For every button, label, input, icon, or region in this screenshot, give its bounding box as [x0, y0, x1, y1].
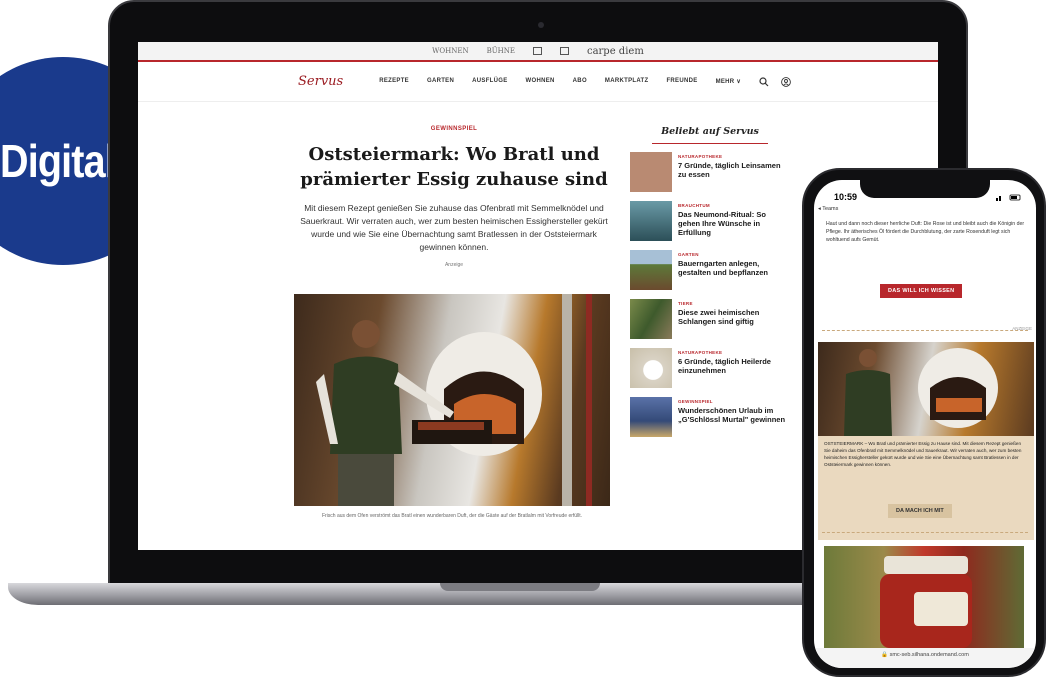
sidebar-item-category: NATURAPOTHEKE: [678, 154, 723, 159]
nav-item-wohnen[interactable]: WOHNEN: [526, 78, 555, 85]
article-hero-image: [294, 294, 610, 506]
sidebar-item-category: GARTEN: [678, 252, 699, 257]
phone-ad-label: ANZEIGE: [1012, 326, 1032, 331]
das-will-ich-wissen-button[interactable]: DAS WILL ICH WISSEN: [880, 284, 963, 298]
sidebar-item-title[interactable]: 7 Gründe, täglich Leinsamen zu essen: [678, 161, 790, 179]
sidebar-thumbnail[interactable]: [630, 201, 672, 241]
sidebar-thumbnail[interactable]: [630, 397, 672, 437]
sidebar-item[interactable]: NATURAPOTHEKE 7 Gründe, täglich Leinsamen…: [630, 152, 790, 201]
oven-scene: [316, 294, 592, 506]
sidebar-thumbnail[interactable]: [630, 152, 672, 192]
phone-body-text: Haut und dann noch dieser herrliche Duft…: [826, 221, 1025, 243]
brand-bar: WOHNEN BÜHNE carpe diem: [138, 42, 938, 62]
brand-link-wohnen[interactable]: WOHNEN: [432, 47, 468, 55]
sidebar-title: Beliebt auf Servus: [652, 126, 768, 144]
article-headline: Oststeiermark: Wo Bratl und prämierter E…: [300, 144, 608, 190]
ad-label: Anzeige: [444, 262, 464, 268]
status-icons: [996, 194, 1022, 203]
brand-link-carpe-diem[interactable]: carpe diem: [587, 46, 644, 57]
digital-badge-label: Digital: [0, 135, 116, 187]
nav-item-rezepte[interactable]: REZEPTE: [379, 78, 409, 85]
battery-icon: [996, 194, 1021, 201]
servus-logo[interactable]: Servus: [298, 74, 343, 89]
user-icon[interactable]: [781, 76, 791, 87]
brand-link-buehne[interactable]: BÜHNE: [487, 47, 515, 55]
status-time: 10:59: [834, 192, 858, 202]
sidebar-thumbnail[interactable]: [630, 348, 672, 388]
sidebar-thumbnail[interactable]: [630, 299, 672, 339]
jar-illustration: [880, 556, 972, 648]
nav-item-abo[interactable]: ABO: [573, 78, 587, 85]
hero-caption: Frisch aus dem Ofen verströmt das Bratl …: [321, 513, 583, 519]
phone-hero-image[interactable]: [818, 342, 1034, 436]
sidebar-item-category: NATURAPOTHEKE: [678, 350, 723, 355]
sidebar-thumbnail[interactable]: [630, 250, 672, 290]
address-bar-url[interactable]: 🔒 smc-seb.silhana.ondemand.com: [814, 652, 1036, 658]
da-mach-ich-mit-button[interactable]: DA MACH ICH MIT: [888, 504, 952, 518]
nav-item-garten[interactable]: GARTEN: [427, 78, 454, 85]
phone-screen: 10:59 ◂ Teams Haut und dann noch dieser …: [814, 180, 1036, 668]
sidebar-item-category: GEWINNSPIEL: [678, 399, 713, 404]
sidebar-item-title[interactable]: 6 Gründe, täglich Heilerde einzunehmen: [678, 357, 790, 375]
back-to-teams-link[interactable]: ◂ Teams: [818, 206, 838, 212]
article-kicker: GEWINNSPIEL: [430, 126, 478, 132]
divider: [822, 330, 1028, 331]
nav-item-ausfluege[interactable]: AUSFLÜGE: [472, 78, 507, 85]
search-icon[interactable]: [759, 76, 769, 87]
sidebar-item[interactable]: TIERE Diese zwei heimischen Schlangen sin…: [630, 299, 790, 348]
sidebar-item-title[interactable]: Bauerngarten anlegen, gestalten und bepf…: [678, 259, 790, 277]
teaser-box: OSTSTEIERMARK – Wo Bratl und prämierter …: [818, 436, 1034, 540]
sidebar-item-title[interactable]: Diese zwei heimischen Schlangen sind gif…: [678, 308, 790, 326]
laptop-notch: [440, 583, 600, 591]
sidebar-item-title[interactable]: Das Neumond-Ritual: So gehen Ihre Wünsch…: [678, 210, 790, 237]
sidebar-item[interactable]: GEWINNSPIEL Wunderschönen Urlaub im „G'Sc…: [630, 397, 790, 446]
sidebar-item-category: TIERE: [678, 301, 693, 306]
popular-sidebar: Beliebt auf Servus NATURAPOTHEKE 7 Gründe…: [630, 126, 790, 446]
article-lead: Mit diesem Rezept genießen Sie zuhause d…: [300, 203, 608, 252]
nav-items: REZEPTE GARTEN AUSFLÜGE WOHNEN ABO MARKT…: [379, 78, 741, 85]
article-header: GEWINNSPIEL Oststeiermark: Wo Bratl und …: [294, 126, 614, 268]
divider: [822, 532, 1028, 533]
teaser-text: OSTSTEIERMARK – Wo Bratl und prämierter …: [824, 441, 1022, 467]
phone-notch: [860, 180, 990, 198]
sidebar-item[interactable]: GARTEN Bauerngarten anlegen, gestalten un…: [630, 250, 790, 299]
jam-jar-image: [824, 546, 1024, 648]
nav-item-marktplatz[interactable]: MARKTPLATZ: [605, 78, 649, 85]
sidebar-item[interactable]: BRAUCHTUM Das Neumond-Ritual: So gehen Ih…: [630, 201, 790, 250]
address-bar[interactable]: [814, 648, 1036, 668]
main-nav: Servus REZEPTE GARTEN AUSFLÜGE WOHNEN AB…: [138, 62, 938, 102]
camera-icon: [538, 22, 544, 28]
oven-scene: [844, 348, 998, 436]
nav-item-freunde[interactable]: FREUNDE: [666, 78, 697, 85]
calendar-icon[interactable]: [559, 47, 569, 55]
sidebar-item-category: BRAUCHTUM: [678, 203, 710, 208]
brand-logo-icon[interactable]: [532, 47, 542, 55]
sidebar-item[interactable]: NATURAPOTHEKE 6 Gründe, täglich Heilerde …: [630, 348, 790, 397]
nav-item-mehr[interactable]: MEHR ∨: [716, 78, 742, 85]
sidebar-item-title[interactable]: Wunderschönen Urlaub im „G'Schlössl Murt…: [678, 406, 790, 424]
